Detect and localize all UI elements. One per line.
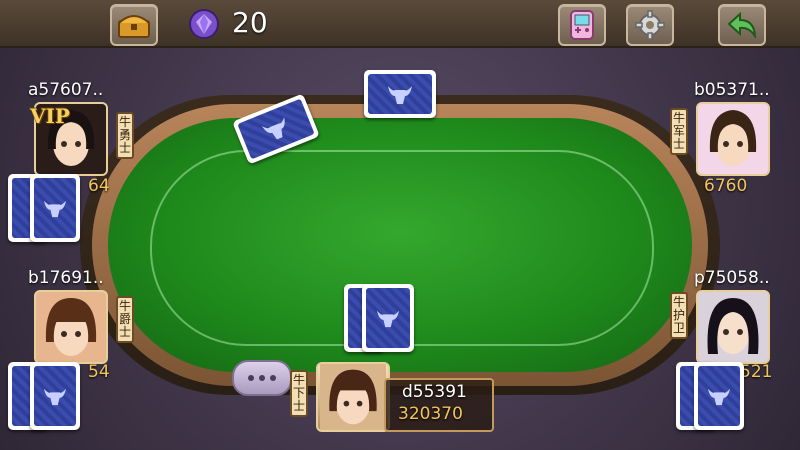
chat-button[interactable]	[232, 360, 292, 396]
bull-head-icon	[261, 117, 285, 140]
self-avatar[interactable]	[316, 362, 390, 432]
player-name: a57607..	[28, 80, 104, 100]
player-name: p75058..	[694, 268, 770, 288]
back-button[interactable]	[718, 4, 766, 46]
player-card	[30, 362, 80, 430]
back-arrow-icon	[727, 12, 757, 38]
player-avatar[interactable]	[696, 102, 770, 176]
player-name: b05371..	[694, 80, 770, 100]
self-name: d55391	[402, 382, 467, 402]
bull-head-icon	[377, 310, 399, 328]
minigame-button[interactable]	[558, 4, 606, 46]
settings-button[interactable]	[626, 4, 674, 46]
self-card[interactable]	[362, 284, 414, 352]
deck-card	[364, 70, 436, 118]
player-card	[694, 362, 744, 430]
chat-dot	[248, 375, 254, 381]
self-chips: 320370	[398, 404, 463, 424]
game-screen: 20 a57607.. VIP 牛勇士 64 b05371.. 牛军士 6760…	[0, 0, 800, 450]
player-avatar[interactable]	[34, 290, 108, 364]
avatar-face-icon	[36, 292, 106, 362]
chat-dot	[270, 375, 276, 381]
player-title-badge: 牛护卫	[670, 292, 688, 339]
player-chips: 64	[88, 176, 110, 196]
bull-head-icon	[708, 388, 730, 406]
avatar-face-icon	[698, 104, 768, 174]
bull-head-icon	[44, 200, 66, 218]
player-title-badge: 牛下士	[290, 370, 308, 417]
player-chips: 54	[88, 362, 110, 382]
player-title-badge: 牛勇士	[116, 112, 134, 159]
gamepad-icon	[570, 10, 594, 40]
chat-dot	[259, 375, 265, 381]
treasure-chest-button[interactable]	[110, 4, 158, 46]
player-avatar[interactable]	[696, 290, 770, 364]
player-card	[30, 174, 80, 242]
player-title-badge: 牛爵士	[116, 296, 134, 343]
player-chips: 521	[740, 362, 773, 382]
player-title-badge: 牛军士	[670, 108, 688, 155]
bull-head-icon	[388, 86, 412, 104]
avatar-face-icon	[320, 364, 386, 430]
purple-gem-icon	[188, 8, 220, 40]
player-name: b17691..	[28, 268, 104, 288]
vip-badge: VIP	[30, 104, 70, 128]
treasure-chest-icon	[118, 15, 150, 38]
gem-count: 20	[232, 6, 268, 39]
gear-icon	[635, 10, 665, 40]
avatar-face-icon	[698, 292, 768, 362]
player-chips: 6760	[704, 176, 748, 196]
bull-head-icon	[44, 388, 66, 406]
